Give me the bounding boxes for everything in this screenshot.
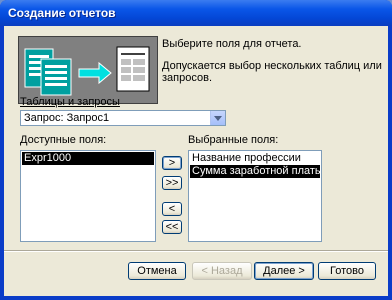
list-item[interactable]: Сумма заработной платы по табе (190, 165, 320, 178)
source-combobox[interactable]: Запрос: Запрос1 (20, 110, 226, 126)
add-all-fields-button[interactable]: >> (162, 176, 182, 190)
source-selected-value: Запрос: Запрос1 (24, 112, 110, 124)
table-to-report-icon (24, 46, 150, 96)
wizard-illustration (18, 36, 158, 104)
available-fields-list[interactable]: Expr1000 (20, 150, 156, 242)
remove-all-fields-button[interactable]: << (162, 220, 182, 234)
remove-field-button[interactable]: < (162, 202, 182, 216)
back-button[interactable]: < Назад (192, 262, 252, 280)
dialog-body: Выберите поля для отчета. Допускается вы… (4, 26, 388, 296)
intro-line-2: Допускается выбор нескольких таблиц или … (162, 60, 382, 84)
selected-fields-list[interactable]: Название профессии Сумма заработной плат… (188, 150, 322, 242)
list-item[interactable]: Название профессии (190, 152, 320, 165)
chevron-down-icon[interactable] (210, 111, 225, 125)
available-fields-label: Доступные поля: (20, 134, 107, 146)
source-label: Таблицы и запросы (20, 96, 120, 108)
title-bar[interactable]: Создание отчетов (0, 0, 392, 26)
list-item[interactable]: Expr1000 (22, 152, 154, 165)
cancel-button[interactable]: Отмена (128, 262, 186, 280)
footer-divider (4, 250, 388, 252)
intro-line-1: Выберите поля для отчета. (162, 38, 302, 50)
next-button[interactable]: Далее > (254, 262, 314, 280)
add-field-button[interactable]: > (162, 156, 182, 170)
selected-fields-label: Выбранные поля: (188, 134, 279, 146)
window-title: Создание отчетов (8, 6, 116, 20)
finish-button[interactable]: Готово (318, 262, 376, 280)
wizard-window: Создание отчетов Выберите поля для отчет… (0, 0, 392, 300)
